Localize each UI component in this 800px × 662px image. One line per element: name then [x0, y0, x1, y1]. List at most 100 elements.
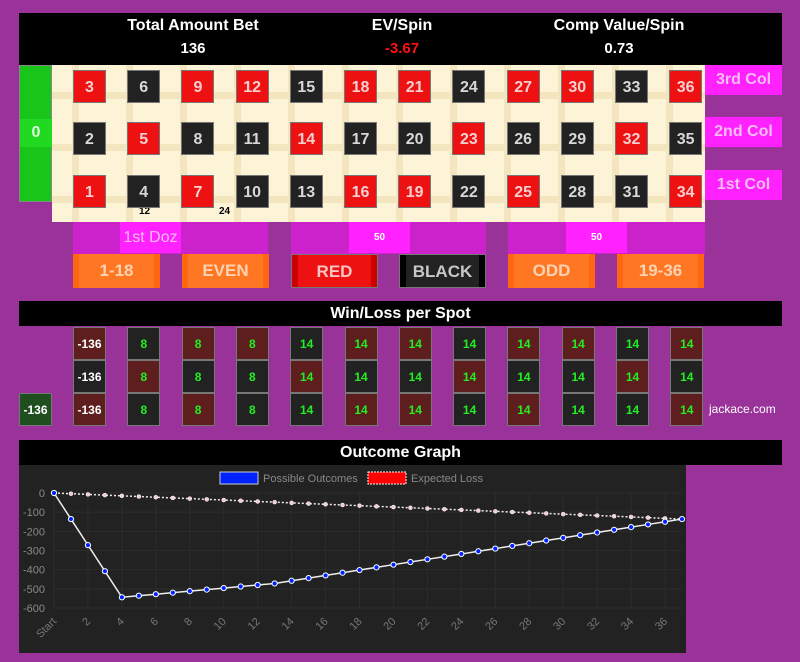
number-3[interactable]: 3 — [73, 70, 106, 103]
number-11[interactable]: 11 — [235, 122, 269, 155]
x-tick-label: 16 — [314, 616, 331, 633]
legend-label-expected-loss: Expected Loss — [411, 473, 484, 485]
expected-loss-point — [289, 500, 294, 506]
stats-header: Total Amount Bet 136 EV/Spin -3.67 Comp … — [19, 13, 782, 65]
possible-outcomes-point — [678, 515, 686, 523]
possible-outcomes-point — [84, 542, 92, 549]
possible-outcomes-point — [67, 515, 75, 523]
number-1[interactable]: 1 — [73, 175, 106, 208]
number-16[interactable]: 16 — [344, 175, 377, 208]
winloss-cell-5: 8 — [127, 360, 161, 393]
winloss-cell-17: 14 — [344, 360, 378, 393]
expected-loss-point — [357, 503, 362, 508]
expected-loss-point — [476, 508, 481, 513]
y-tick-label: -500 — [23, 584, 45, 596]
bet-odd[interactable]: ODD — [508, 254, 595, 288]
number-14[interactable]: 14 — [289, 122, 323, 155]
column-bet-3rd[interactable]: 3rd Col — [705, 65, 782, 95]
brand-link[interactable]: jackace.com — [709, 402, 776, 416]
x-tick-label: 12 — [246, 616, 263, 633]
winloss-cell-25: 14 — [507, 393, 541, 426]
number-21[interactable]: 21 — [398, 70, 432, 103]
y-tick-label: -300 — [23, 546, 45, 558]
number-18[interactable]: 18 — [344, 70, 377, 103]
number-31[interactable]: 31 — [615, 175, 648, 208]
number-27[interactable]: 27 — [506, 70, 540, 103]
number-15[interactable]: 15 — [289, 70, 323, 103]
possible-outcomes-point — [186, 588, 193, 595]
bet-black[interactable]: BLACK — [399, 254, 486, 288]
bet-19-36[interactable]: 19-36 — [617, 254, 704, 288]
winloss-cell-26: 14 — [507, 360, 541, 393]
number-2[interactable]: 2 — [73, 122, 106, 155]
possible-outcomes-point — [644, 521, 652, 528]
possible-outcomes-point — [424, 556, 431, 563]
x-tick-label: 4 — [114, 616, 127, 629]
number-10[interactable]: 10 — [235, 175, 269, 208]
winloss-cell-19: 14 — [398, 393, 432, 426]
expected-loss-point — [560, 511, 566, 517]
number-36[interactable]: 36 — [669, 70, 703, 103]
number-19[interactable]: 19 — [398, 175, 432, 208]
number-22[interactable]: 22 — [452, 175, 486, 208]
winloss-cell-27: 14 — [507, 327, 541, 360]
number-29[interactable]: 29 — [560, 122, 594, 155]
number-35[interactable]: 35 — [669, 122, 703, 155]
number-13[interactable]: 13 — [289, 175, 323, 208]
x-tick-label: 10 — [212, 616, 229, 633]
outcome-chart: 0 -100 -200 -300 -400 -500 -600 Start 2 4 6 8 10 12 14… — [19, 465, 686, 653]
winloss-cell-33: 14 — [616, 327, 649, 360]
number-25[interactable]: 25 — [506, 175, 540, 208]
dozen-1st-label: 1st Doz — [120, 222, 181, 253]
number-32[interactable]: 32 — [615, 122, 648, 155]
number-8[interactable]: 8 — [181, 122, 215, 155]
x-tick-label: Start — [34, 616, 59, 641]
number-30[interactable]: 30 — [560, 70, 594, 103]
ev-value: -3.67 — [384, 40, 420, 57]
expected-loss-point — [340, 502, 345, 508]
number-7[interactable]: 7 — [181, 175, 215, 208]
legend-label-possible-outcomes: Possible Outcomes — [263, 473, 358, 485]
y-tick-label: 0 — [39, 488, 45, 500]
number-33[interactable]: 33 — [615, 70, 648, 103]
legend-swatch-possible-outcomes — [219, 471, 259, 485]
zero-number[interactable]: 0 — [20, 119, 52, 147]
winloss-cell-6: 8 — [127, 327, 161, 360]
dozen-bet-3rd[interactable]: 50 — [508, 222, 705, 254]
winloss-cell-36: 14 — [670, 327, 704, 360]
expected-loss-point — [153, 494, 159, 500]
number-4[interactable]: 4 — [127, 175, 161, 208]
number-20[interactable]: 20 — [398, 122, 432, 155]
winloss-cell-20: 14 — [398, 360, 432, 393]
bet-even[interactable]: EVEN — [182, 254, 269, 288]
winloss-cell-23: 14 — [453, 360, 487, 393]
dozen-bet-2nd[interactable]: 50 — [291, 222, 486, 254]
column-bet-1st[interactable]: 1st Col — [705, 170, 782, 200]
number-26[interactable]: 26 — [506, 122, 540, 155]
number-5[interactable]: 5 — [127, 122, 161, 155]
number-28[interactable]: 28 — [560, 175, 594, 208]
expected-loss-point — [272, 499, 277, 505]
bet-red[interactable]: RED — [291, 254, 378, 288]
winloss-cell-14: 14 — [290, 360, 324, 393]
possible-outcomes-point — [101, 568, 109, 575]
number-24[interactable]: 24 — [452, 70, 486, 103]
possible-outcomes-point — [407, 558, 414, 566]
number-12[interactable]: 12 — [235, 70, 269, 103]
possible-outcomes-point — [50, 489, 58, 497]
column-bet-2nd[interactable]: 2nd Col — [705, 117, 782, 147]
number-6[interactable]: 6 — [127, 70, 161, 103]
expected-loss-point — [221, 497, 226, 503]
expected-loss-point — [306, 501, 311, 506]
total-bet-stat: Total Amount Bet 136 — [93, 13, 293, 57]
bet-1-18[interactable]: 1-18 — [73, 254, 160, 288]
number-9[interactable]: 9 — [181, 70, 215, 103]
number-17[interactable]: 17 — [344, 122, 377, 155]
number-23[interactable]: 23 — [452, 122, 486, 155]
chip-bet-label[interactable]: 24 — [219, 206, 230, 217]
number-34[interactable]: 34 — [669, 175, 703, 208]
x-tick-label: 6 — [148, 616, 161, 629]
possible-outcomes-point — [560, 534, 567, 541]
dozen-bet-1st[interactable]: 1st Doz — [73, 222, 268, 254]
zero-bet-area[interactable]: 0 — [19, 65, 52, 202]
